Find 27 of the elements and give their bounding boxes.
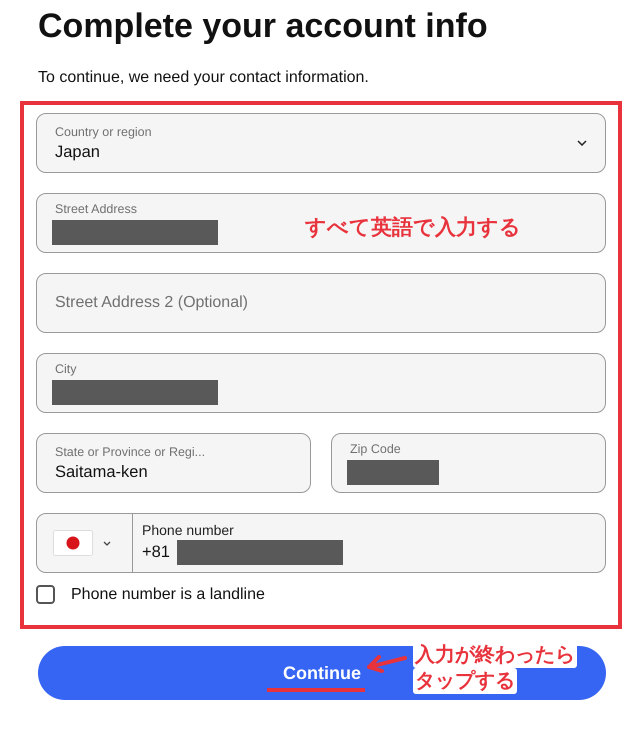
field-value: +81: [142, 542, 170, 562]
field-label: Street Address: [55, 202, 138, 216]
annotation-text: 入力が終わったら: [413, 642, 577, 668]
field-label: Country or region: [55, 124, 153, 138]
input-field[interactable]: Street Address すべて英語で入力する: [36, 193, 606, 253]
annotation-text: すべて英語で入力する: [305, 215, 521, 241]
subtitle: To continue, we need your contact information.: [38, 68, 370, 88]
japan-flag-icon: [53, 530, 93, 556]
field-label: State or Province or Regi...: [55, 444, 206, 458]
input-field[interactable]: City: [36, 353, 606, 413]
field-label: Zip Code: [350, 442, 402, 456]
field-label: City: [55, 362, 78, 376]
country-select[interactable]: Country or region Japan: [36, 113, 606, 173]
checkbox[interactable]: [36, 585, 55, 604]
field-label: Phone number: [142, 522, 235, 538]
field-value: Japan: [55, 142, 101, 162]
page-title: Complete your account info: [37, 6, 489, 46]
input-field[interactable]: Street Address 2 (Optional): [36, 273, 606, 333]
checkbox-label: Phone number is a landline: [71, 586, 265, 604]
field-placeholder: Street Address 2 (Optional): [55, 294, 249, 312]
annotation-text: タップする: [413, 668, 517, 694]
input-field[interactable]: Zip Code: [331, 433, 606, 493]
field-value: Saitama-ken: [55, 462, 149, 482]
chevron-down-icon: [577, 140, 587, 146]
phone-field[interactable]: Phone number +81: [36, 513, 606, 573]
input-field[interactable]: State or Province or Regi... Saitama-ken: [36, 433, 311, 493]
chevron-down-icon: [103, 540, 111, 546]
